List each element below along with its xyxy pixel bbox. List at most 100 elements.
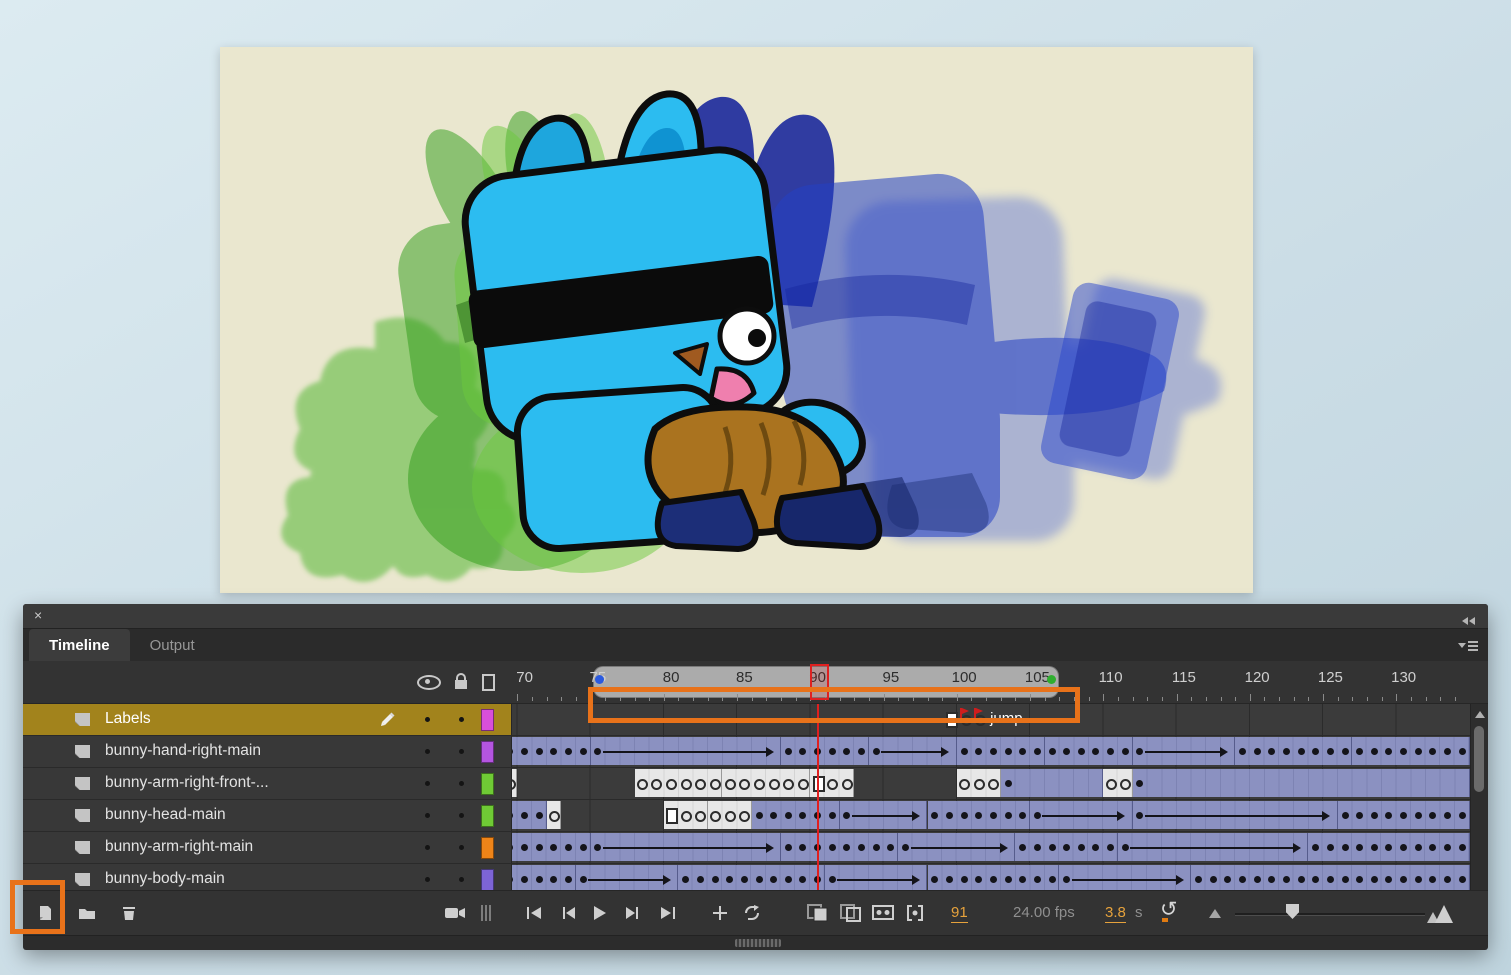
layer-visibility-dot[interactable] <box>425 845 430 850</box>
go-to-first-frame-button[interactable] <box>521 899 549 927</box>
horizontal-scrollbar-thumb[interactable] <box>735 939 781 947</box>
layer-name-cell[interactable]: bunny-arm-right-front-... <box>23 768 512 799</box>
layer-lock-dot[interactable] <box>459 813 464 818</box>
tween-line <box>588 879 664 881</box>
layer-visibility-dot[interactable] <box>425 813 430 818</box>
edit-multiple-frames-button[interactable] <box>869 899 897 927</box>
layer-lock-dot[interactable] <box>459 845 464 850</box>
layer-row: bunny-arm-right-front-... <box>23 768 1488 800</box>
keyframe-dot <box>1327 844 1334 851</box>
layer-lock-dot[interactable] <box>459 749 464 754</box>
keyframe-dot <box>1078 844 1085 851</box>
layer-outline-color-swatch[interactable] <box>481 741 494 763</box>
keyframe-dot <box>1342 844 1349 851</box>
keyframe-dot <box>580 748 587 755</box>
keyframe-dot <box>829 812 836 819</box>
show-hide-all-layers-icon[interactable] <box>417 675 441 690</box>
frame-span[interactable] <box>957 737 1045 765</box>
center-frame-button[interactable] <box>706 899 734 927</box>
tab-timeline[interactable]: Timeline <box>29 629 130 661</box>
new-folder-button[interactable] <box>73 899 101 927</box>
vertical-scrollbar[interactable] <box>1470 704 1488 890</box>
step-forward-button[interactable] <box>619 899 647 927</box>
layer-frames-strip[interactable] <box>512 736 1470 767</box>
ruler-number: 130 <box>1391 669 1416 686</box>
lock-all-layers-icon[interactable] <box>455 680 467 689</box>
onion-skin-button[interactable] <box>804 899 832 927</box>
frame-size-slider-thumb[interactable] <box>1286 904 1299 919</box>
keyframe-dot <box>1254 748 1261 755</box>
frame-size-slider-track[interactable] <box>1235 913 1425 916</box>
step-back-button[interactable] <box>554 899 582 927</box>
play-button[interactable] <box>586 899 614 927</box>
collapse-panel-icon[interactable] <box>1462 612 1478 620</box>
keyframe-dot <box>536 748 543 755</box>
empty-keyframe-dot <box>974 779 985 790</box>
layer-visibility-dot[interactable] <box>425 717 430 722</box>
frame-span[interactable] <box>1059 865 1191 890</box>
elapsed-time-field[interactable]: 3.8 <box>1105 904 1126 923</box>
close-icon[interactable]: × <box>34 607 42 623</box>
go-to-last-frame-button[interactable] <box>653 899 681 927</box>
layer-outline-color-swatch[interactable] <box>481 709 494 731</box>
zoom-in-frames-icon[interactable] <box>1427 903 1453 923</box>
current-frame-field[interactable]: 91 <box>951 904 968 923</box>
layer-frames-strip[interactable] <box>512 832 1470 863</box>
tab-output[interactable]: Output <box>130 629 215 661</box>
scroll-up-icon[interactable] <box>1475 711 1485 718</box>
reset-timeline-zoom-button[interactable]: ↺ <box>1160 897 1188 925</box>
onion-range-start-handle[interactable] <box>595 675 604 684</box>
frame-span[interactable] <box>1133 769 1470 797</box>
loop-button[interactable] <box>738 899 766 927</box>
frame-span[interactable] <box>752 801 840 829</box>
horizontal-scrollbar[interactable] <box>23 935 1488 950</box>
layer-visibility-dot[interactable] <box>425 749 430 754</box>
layer-lock-dot[interactable] <box>459 877 464 882</box>
layer-frames-strip[interactable] <box>512 800 1470 831</box>
layer-lock-dot[interactable] <box>459 717 464 722</box>
frame-span[interactable] <box>1352 737 1469 765</box>
layer-outline-color-swatch[interactable] <box>481 773 494 795</box>
layer-frames-strip[interactable] <box>512 768 1470 799</box>
keyframe-dot <box>785 812 792 819</box>
frame-span[interactable] <box>1045 737 1133 765</box>
empty-keyframe-dot <box>710 779 721 790</box>
tween-line <box>1145 751 1221 753</box>
panel-menu-icon[interactable] <box>1458 639 1478 651</box>
layer-outline-color-swatch[interactable] <box>481 869 494 890</box>
empty-keyframe-dot <box>549 811 560 822</box>
frame-rate-field[interactable]: 24.00 fps <box>1013 904 1075 921</box>
layer-frames-strip[interactable] <box>512 864 1470 890</box>
tween-arrow <box>1322 811 1330 821</box>
camera-icon[interactable] <box>441 899 469 927</box>
layer-outline-color-swatch[interactable] <box>481 805 494 827</box>
playhead-line[interactable] <box>817 704 819 890</box>
vertical-scrollbar-thumb[interactable] <box>1474 726 1484 792</box>
layer-name-cell[interactable]: Labels <box>23 704 512 735</box>
layer-lock-dot[interactable] <box>459 781 464 786</box>
frame-span[interactable] <box>1235 737 1352 765</box>
modify-markers-button[interactable] <box>901 899 929 927</box>
keyframe-dot <box>1283 876 1290 883</box>
layer-name-cell[interactable]: bunny-body-main <box>23 864 512 890</box>
layer-name-cell[interactable]: bunny-head-main <box>23 800 512 831</box>
layer-name-cell[interactable]: bunny-hand-right-main <box>23 736 512 767</box>
keyframe-dot <box>756 812 763 819</box>
ruler-tick <box>1191 697 1192 701</box>
outline-all-layers-icon[interactable] <box>482 674 495 691</box>
frame-span[interactable] <box>1001 769 1104 797</box>
layer-visibility-dot[interactable] <box>425 781 430 786</box>
layer-page-icon <box>75 777 90 790</box>
keyframe-dot <box>1122 748 1129 755</box>
empty-keyframe-dot <box>725 779 736 790</box>
onion-skin-outlines-button[interactable] <box>837 899 865 927</box>
layer-outline-color-swatch[interactable] <box>481 837 494 859</box>
frame-span[interactable] <box>781 737 869 765</box>
layer-name-cell[interactable]: bunny-arm-right-main <box>23 832 512 863</box>
delete-button[interactable] <box>115 899 143 927</box>
keyframe-dot <box>741 876 748 883</box>
zoom-out-frames-icon[interactable] <box>1209 909 1221 918</box>
pencil-icon <box>379 710 397 728</box>
layer-visibility-dot[interactable] <box>425 877 430 882</box>
keyframe-dot <box>1254 876 1261 883</box>
